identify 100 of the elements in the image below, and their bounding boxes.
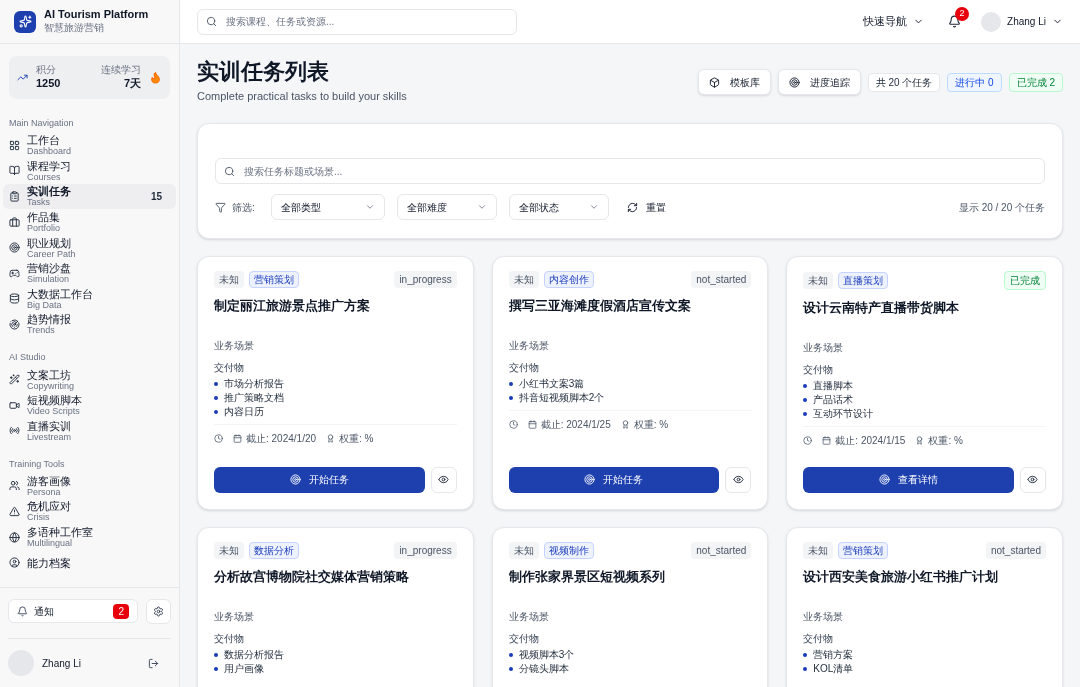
nav-item[interactable]: 作品集 Portfolio — [3, 209, 176, 235]
status-tag: not_started — [985, 541, 1046, 559]
deliverables-label: 交付物 — [803, 363, 835, 376]
nav-item[interactable]: 直播实训 Livestream — [3, 417, 176, 444]
nav-item[interactable]: 实训任务 Tasks 15 — [3, 183, 176, 210]
deliverable-item: KOL清单 — [813, 662, 854, 675]
streak-value: 7天 — [123, 76, 141, 91]
status-tag: 已完成 — [1004, 270, 1046, 290]
nav-label: 短视频脚本 — [27, 394, 82, 407]
task-action-button[interactable]: 查看详情 — [803, 466, 1014, 493]
nav-item[interactable]: 课程学习 Courses — [3, 158, 176, 184]
bell-count: 2 — [955, 7, 970, 21]
level-tag: 未知 — [214, 270, 244, 288]
clock-icon — [214, 433, 223, 443]
brand-title: AI Tourism Platform — [44, 8, 149, 22]
task-search-field[interactable]: 搜索任务标题或场景... — [215, 158, 1045, 184]
deliverables-label: 交付物 — [803, 632, 835, 645]
nav-item[interactable]: 能力档案 — [3, 549, 176, 576]
task-action-button[interactable]: 开始任务 — [214, 466, 425, 493]
toolbar-button[interactable]: 进度追踪 — [777, 69, 861, 95]
result-count: 显示 20 / 20 个任务 — [958, 200, 1045, 215]
settings-button[interactable] — [146, 599, 171, 624]
nav-label: 职业规划 — [27, 236, 72, 249]
nav-sublabel: Career Path — [27, 248, 76, 259]
eye-icon — [438, 474, 450, 485]
calendar-icon — [233, 433, 242, 443]
status-tag: in_progress — [394, 270, 457, 288]
scenario-label: 业务场景 — [508, 339, 550, 352]
nav-sublabel: Tasks — [27, 197, 51, 208]
nav-section-title: Training Tools — [8, 457, 66, 471]
chevron-down-icon — [476, 202, 487, 212]
deadline-text: 截止: 2024/1/20 — [246, 431, 317, 446]
scenario-label: 业务场景 — [214, 339, 255, 352]
weight-text: 权重: % — [928, 433, 963, 448]
toolbar-button[interactable]: 模板库 — [697, 69, 771, 95]
category-tag: 内容创作 — [543, 270, 594, 288]
filter-select[interactable]: 全部状态 — [508, 194, 609, 220]
deliverable-item: 市场分析报告 — [224, 377, 284, 390]
scenario-label: 业务场景 — [508, 610, 550, 623]
task-title: 撰写三亚海滩度假酒店宣传文案 — [508, 296, 692, 314]
nav-label: 作品集 — [27, 211, 61, 224]
quick-nav-dropdown[interactable]: 快速导航 — [863, 13, 925, 30]
warning-icon — [9, 505, 20, 517]
deliverable-item: 互动环节设计 — [813, 407, 874, 420]
nav-item[interactable]: 营销沙盘 Simulation — [3, 260, 176, 287]
status-tag: not_started — [691, 270, 752, 288]
logout-icon[interactable] — [148, 657, 159, 669]
globe-icon — [9, 531, 20, 543]
clock-icon — [803, 435, 813, 445]
sparkles-icon — [9, 374, 20, 386]
nav-sublabel: Courses — [27, 171, 61, 182]
calendar-icon — [527, 419, 537, 429]
deliverable-item: 营销方案 — [813, 648, 854, 661]
nav-item[interactable]: 多语种工作室 Multilingual — [3, 524, 176, 550]
user-icon — [9, 557, 20, 569]
users-icon — [9, 480, 20, 492]
nav-item[interactable]: 大数据工作台 Big Data — [3, 286, 176, 312]
briefcase-icon — [9, 216, 20, 228]
nav-sublabel: Dashboard — [27, 146, 72, 157]
nav-section-title: AI Studio — [8, 351, 47, 365]
task-action-button[interactable]: 开始任务 — [508, 466, 720, 493]
deliverable-item: 抖音短视频脚本2个 — [518, 391, 605, 404]
target-icon — [788, 76, 800, 88]
award-icon — [620, 419, 630, 429]
user-menu[interactable]: Zhang Li — [1007, 14, 1063, 29]
nav-sublabel: Portfolio — [27, 223, 61, 234]
bell-icon[interactable] — [948, 15, 962, 28]
scenario-label: 业务场景 — [214, 610, 255, 623]
preview-button[interactable] — [430, 466, 457, 493]
user-name: Zhang Li — [42, 656, 81, 671]
preview-button[interactable] — [725, 466, 752, 493]
nav-label: 多语种工作室 — [27, 526, 93, 538]
nav-item[interactable]: 游客画像 Persona — [3, 473, 176, 499]
reset-button[interactable]: 重置 — [626, 199, 666, 215]
eye-icon — [1027, 474, 1039, 485]
nav-label: 游客画像 — [27, 474, 71, 487]
filter-select[interactable]: 全部难度 — [396, 194, 497, 220]
nav-sublabel: Crisis — [27, 512, 51, 523]
global-search-field[interactable]: 搜索课程、任务或资源... — [197, 8, 517, 35]
chevron-down-icon — [364, 202, 375, 212]
nav-item[interactable]: 短视频脚本 Video Scripts — [3, 392, 176, 418]
nav-item[interactable]: 工作台 Dashboard — [3, 132, 176, 159]
nav-item[interactable]: 文案工坊 Copywriting — [3, 366, 176, 393]
nav-label: 能力档案 — [27, 556, 71, 569]
preview-button[interactable] — [1020, 466, 1046, 493]
task-title: 设计西安美食旅游小红书推广计划 — [803, 567, 1000, 585]
notification-button[interactable]: 通知 2 — [8, 599, 138, 623]
nav-label: 课程学习 — [27, 159, 71, 172]
eye-icon — [732, 474, 744, 485]
weight-text: 权重: % — [633, 417, 669, 432]
nav-item[interactable]: 危机应对 Crisis — [3, 498, 176, 525]
notification-count: 2 — [113, 603, 129, 619]
nav-sublabel: Copywriting — [27, 380, 75, 391]
nav-item[interactable]: 趋势情报 Trends — [3, 311, 176, 338]
grid-icon — [9, 139, 20, 151]
filter-select[interactable]: 全部类型 — [270, 194, 385, 220]
nav-item[interactable]: 职业规划 Career Path — [3, 234, 176, 261]
nav-sublabel: Video Scripts — [27, 406, 81, 417]
target-icon — [289, 474, 301, 485]
category-tag: 营销策划 — [838, 541, 889, 559]
